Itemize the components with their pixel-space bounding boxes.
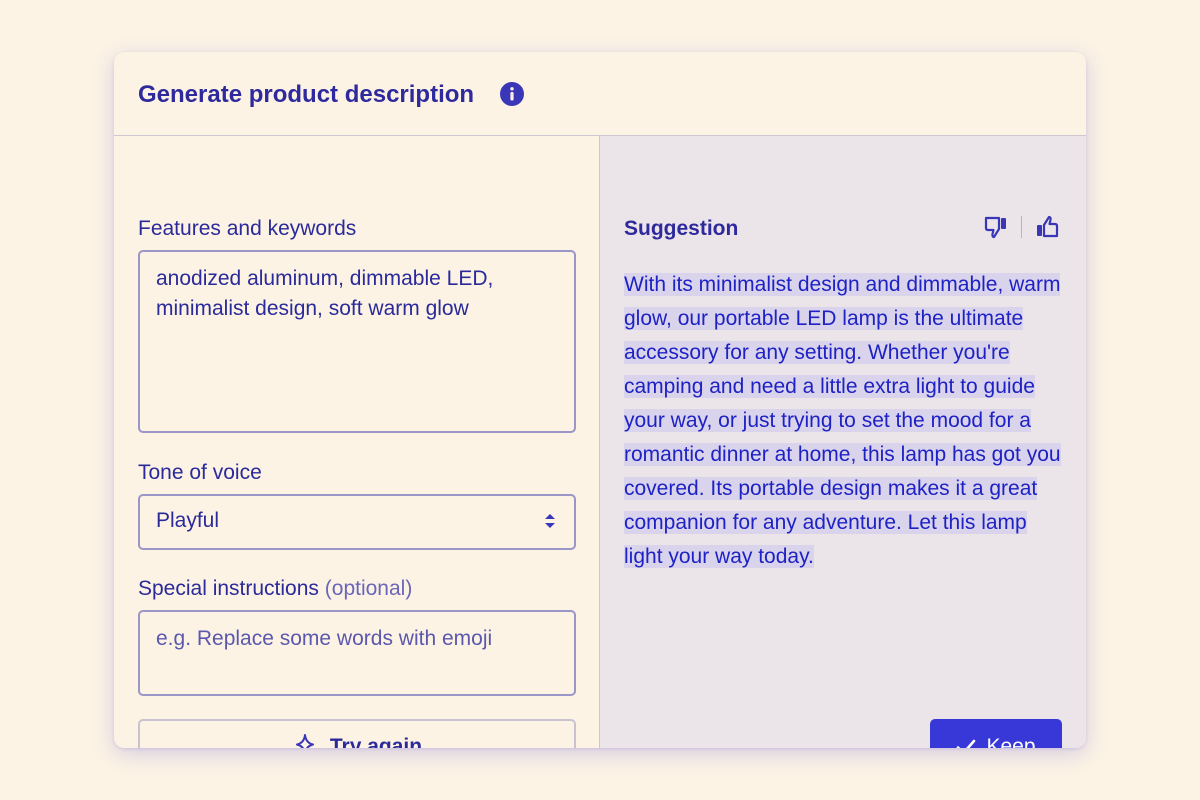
instructions-input[interactable]: e.g. Replace some words with emoji xyxy=(138,610,576,696)
tone-select[interactable]: Playful xyxy=(138,494,576,550)
tone-label: Tone of voice xyxy=(138,461,262,484)
feedback-controls xyxy=(983,214,1060,240)
card-title: Generate product description xyxy=(138,81,475,108)
card-header: Generate product description xyxy=(114,52,1086,136)
suggestion-label: Suggestion xyxy=(624,217,739,240)
keep-button[interactable]: Keep xyxy=(930,719,1062,748)
thumbs-down-icon[interactable] xyxy=(983,214,1009,240)
suggestion-text: With its minimalist design and dimmable,… xyxy=(624,268,1064,574)
select-arrows-icon xyxy=(545,514,555,528)
feedback-separator xyxy=(1021,216,1022,238)
instructions-label: Special instructions (optional) xyxy=(138,576,412,602)
instructions-placeholder: e.g. Replace some words with emoji xyxy=(156,627,493,650)
instructions-optional-text: (optional) xyxy=(324,577,413,600)
product-description-card: Generate product description Features an… xyxy=(114,52,1086,748)
features-textarea[interactable]: anodized aluminum, dimmable LED, minimal… xyxy=(138,250,576,433)
thumbs-up-icon[interactable] xyxy=(1034,214,1060,240)
features-value: anodized aluminum, dimmable LED, minimal… xyxy=(156,267,494,320)
info-icon[interactable] xyxy=(500,82,524,106)
suggestion-highlighted-text: With its minimalist design and dimmable,… xyxy=(624,273,1061,568)
sparkles-icon xyxy=(295,734,314,748)
check-icon xyxy=(957,739,976,748)
try-again-label: Try again xyxy=(329,735,423,748)
instructions-label-text: Special instructions xyxy=(138,577,319,600)
input-pane: Features and keywords anodized aluminum,… xyxy=(114,136,600,748)
features-label: Features and keywords xyxy=(138,217,357,240)
suggestion-pane: Suggestion With its minimalist design an… xyxy=(600,136,1086,748)
try-again-button[interactable]: Try again xyxy=(138,719,576,748)
tone-selected-value: Playful xyxy=(156,509,220,532)
keep-label: Keep xyxy=(986,735,1036,748)
